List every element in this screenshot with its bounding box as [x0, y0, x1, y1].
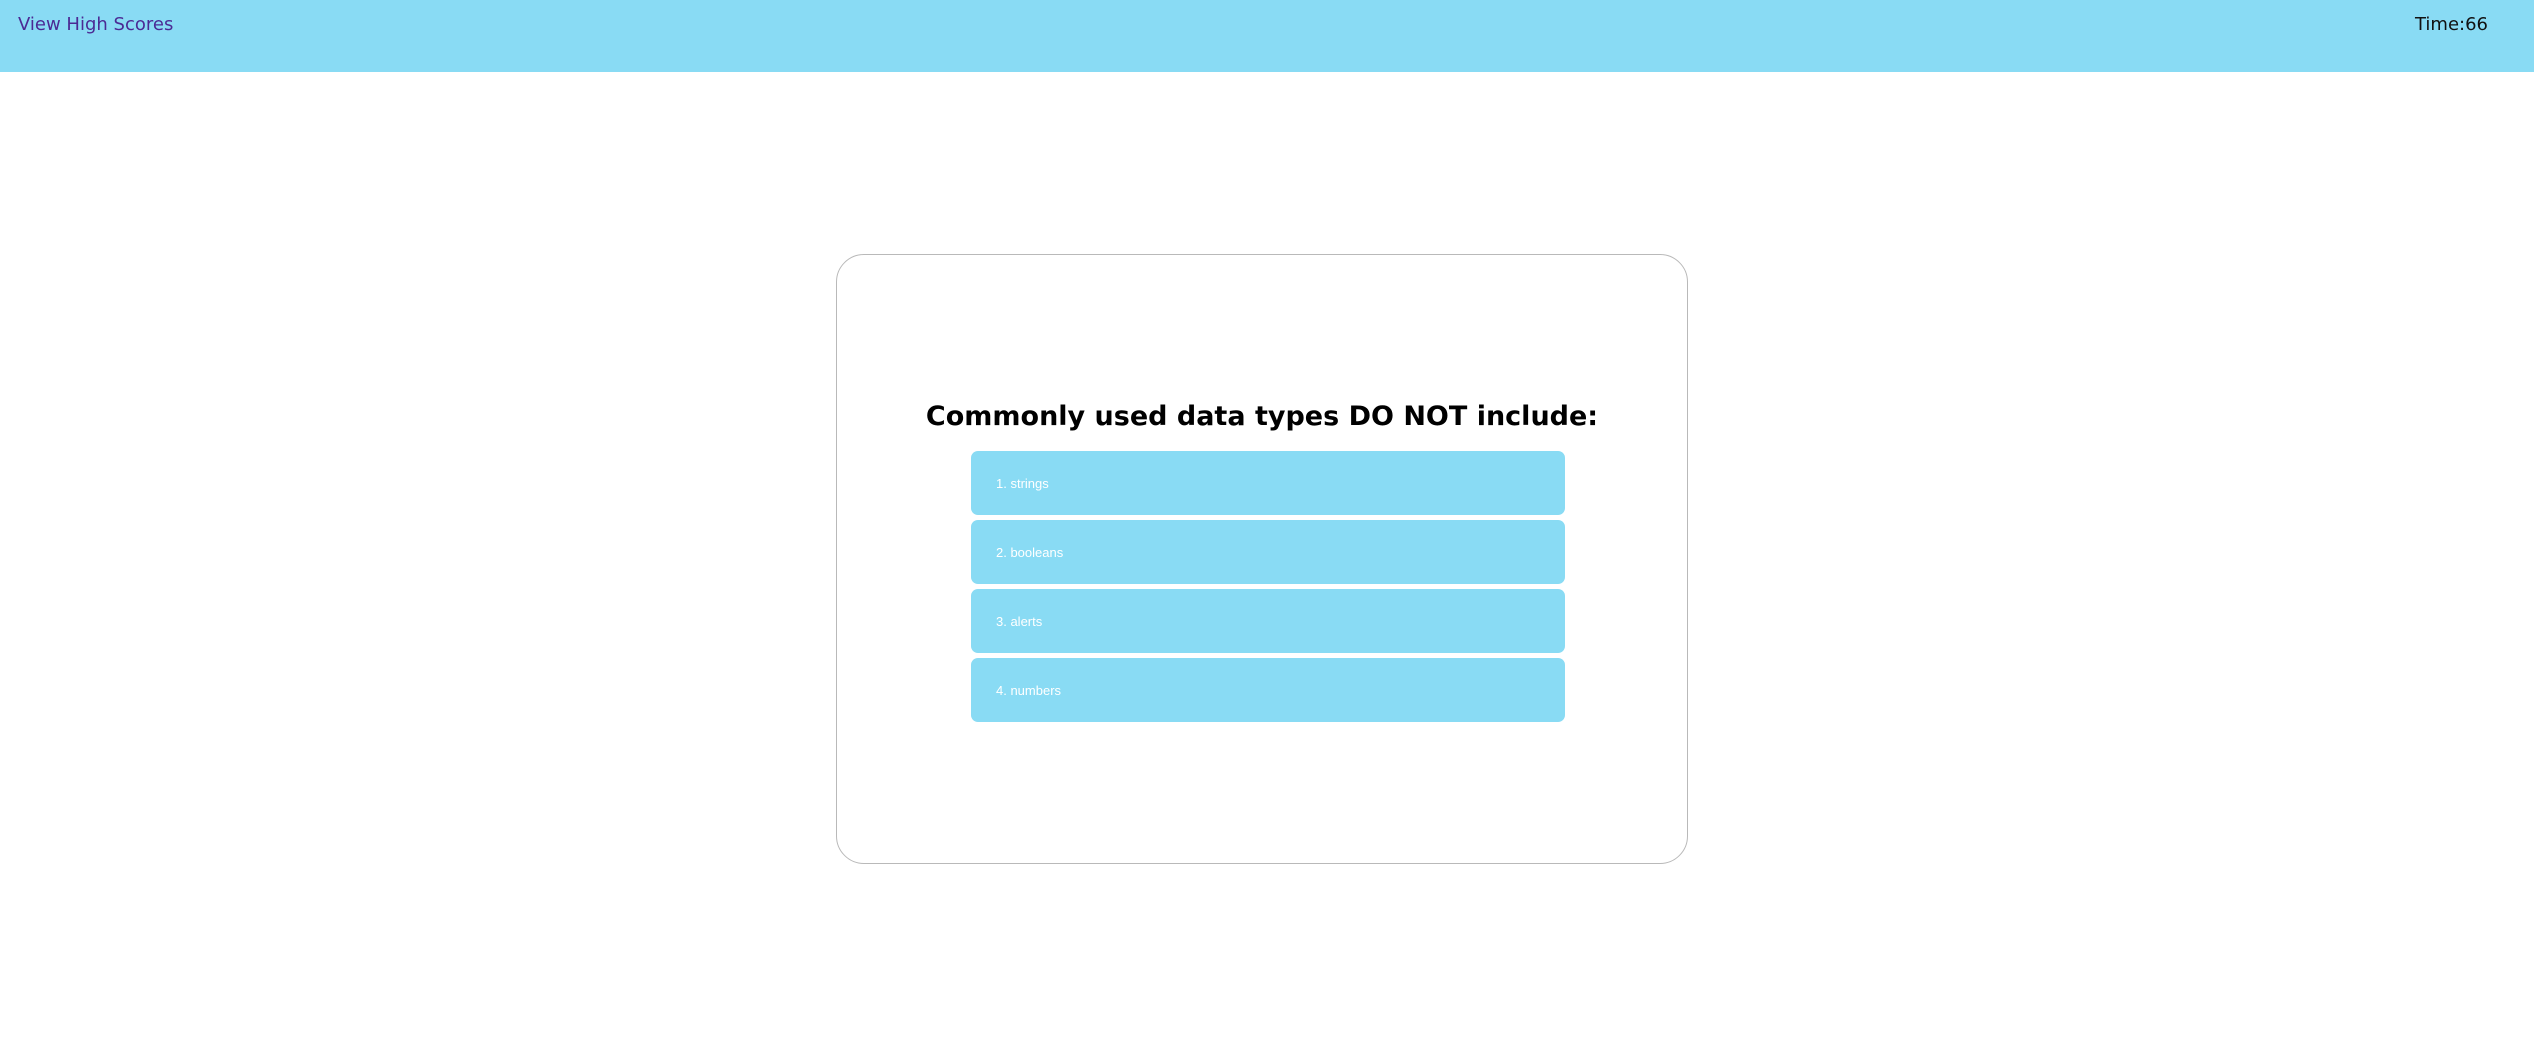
- view-high-scores-link[interactable]: View High Scores: [18, 14, 173, 35]
- question-text: Commonly used data types DO NOT include:: [925, 401, 1599, 432]
- timer: Time:66: [2415, 14, 2488, 35]
- top-bar: View High Scores Time:66: [0, 0, 2534, 72]
- answer-button-booleans[interactable]: 2. booleans: [971, 520, 1565, 584]
- timer-value: 66: [2465, 14, 2488, 35]
- timer-label: Time:: [2414, 14, 2466, 35]
- answer-button-alerts[interactable]: 3. alerts: [971, 589, 1565, 653]
- answer-button-numbers[interactable]: 4. numbers: [971, 658, 1565, 722]
- quiz-card: Commonly used data types DO NOT include:…: [836, 254, 1688, 864]
- answer-button-strings[interactable]: 1. strings: [971, 451, 1565, 515]
- answer-list: 1. strings 2. booleans 3. alerts 4. numb…: [971, 451, 1565, 727]
